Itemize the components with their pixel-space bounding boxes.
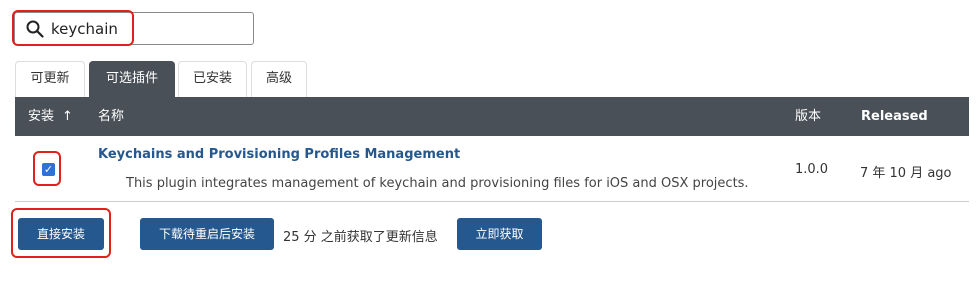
column-name[interactable]: 名称: [98, 97, 124, 136]
column-install[interactable]: 安装 ↑: [28, 97, 73, 136]
checkbox-highlight: [33, 151, 61, 186]
tab-advanced[interactable]: 高级: [251, 61, 307, 97]
table-header: 安装 ↑ 名称 版本 Released: [15, 97, 969, 136]
column-released[interactable]: Released: [861, 97, 928, 136]
plugin-description: This plugin integrates management of key…: [126, 176, 749, 191]
plugin-version: 1.0.0: [795, 162, 829, 177]
plugin-released: 7 年 10 月 ago: [860, 166, 952, 181]
table-row: ✓ Keychains and Provisioning Profiles Ma…: [15, 136, 969, 202]
tab-installed[interactable]: 已安装: [178, 61, 247, 97]
plugin-name-link[interactable]: Keychains and Provisioning Profiles Mana…: [98, 147, 460, 162]
update-status-text: 25 分 之前获取了更新信息: [283, 230, 438, 245]
install-now-highlight: [11, 208, 111, 258]
search-highlight: [12, 10, 134, 46]
check-now-button[interactable]: 立即获取: [457, 218, 542, 250]
tab-available[interactable]: 可选插件: [89, 61, 175, 97]
tab-updates[interactable]: 可更新: [15, 61, 85, 97]
download-restart-button[interactable]: 下载待重启后安装: [140, 218, 274, 250]
column-install-label: 安装: [28, 109, 55, 124]
column-version[interactable]: 版本: [795, 97, 821, 136]
sort-ascending-icon: ↑: [62, 109, 73, 124]
